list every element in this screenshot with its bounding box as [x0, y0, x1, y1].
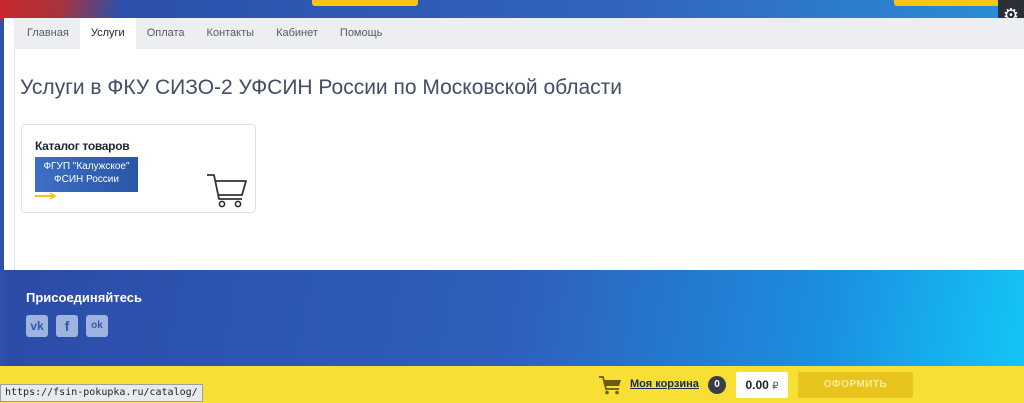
content-panel: Главная Услуги Оплата Контакты Кабинет П…: [4, 18, 1024, 270]
odnoklassniki-icon[interactable]: ok: [86, 315, 108, 337]
footer-title: Присоединяйтесь: [26, 290, 142, 305]
tab-help[interactable]: Помощь: [329, 18, 394, 49]
badge-line-2: ФСИН России: [54, 174, 119, 185]
cart-total: 0.00 ₽: [736, 372, 788, 398]
vk-icon[interactable]: vk: [26, 315, 48, 337]
header-flag-decoration: [0, 0, 150, 20]
footer-band: Присоединяйтесь vk f ok: [4, 270, 1024, 366]
cart-icon: [207, 174, 247, 208]
tab-contacts[interactable]: Контакты: [196, 18, 266, 49]
header-band: [0, 0, 1024, 20]
facebook-icon[interactable]: f: [56, 315, 78, 337]
cart-bar: https://fsin-pokupka.ru/catalog/ Моя кор…: [0, 366, 1024, 403]
tab-services[interactable]: Услуги: [79, 18, 136, 49]
page-title: Услуги в ФКУ СИЗО-2 УФСИН России по Моск…: [20, 76, 623, 99]
nav-tabs: Главная Услуги Оплата Контакты Кабинет П…: [14, 18, 1024, 49]
arrow-right-icon: [35, 192, 57, 200]
tab-payment[interactable]: Оплата: [136, 18, 196, 49]
my-cart-link[interactable]: Моя корзина: [630, 378, 699, 390]
tab-home[interactable]: Главная: [16, 18, 80, 49]
tab-cabinet[interactable]: Кабинет: [265, 18, 329, 49]
currency-symbol: ₽: [772, 381, 779, 392]
cart-small-icon: [599, 376, 621, 395]
cart-total-value: 0.00: [745, 378, 769, 392]
card-title: Каталог товаров: [35, 139, 130, 153]
catalog-card[interactable]: Каталог товаров ФГУП "Калужское" ФСИН Ро…: [21, 124, 256, 213]
header-yellow-button[interactable]: [312, 0, 418, 6]
badge-line-1: ФГУП "Калужское": [43, 161, 130, 172]
checkout-button[interactable]: ОФОРМИТЬ: [798, 372, 913, 398]
status-url: https://fsin-pokupka.ru/catalog/: [0, 384, 203, 402]
supplier-badge: ФГУП "Калужское" ФСИН России: [35, 157, 138, 192]
header-yellow-button-right[interactable]: [894, 0, 1000, 6]
cart-count-badge: 0: [708, 376, 726, 394]
